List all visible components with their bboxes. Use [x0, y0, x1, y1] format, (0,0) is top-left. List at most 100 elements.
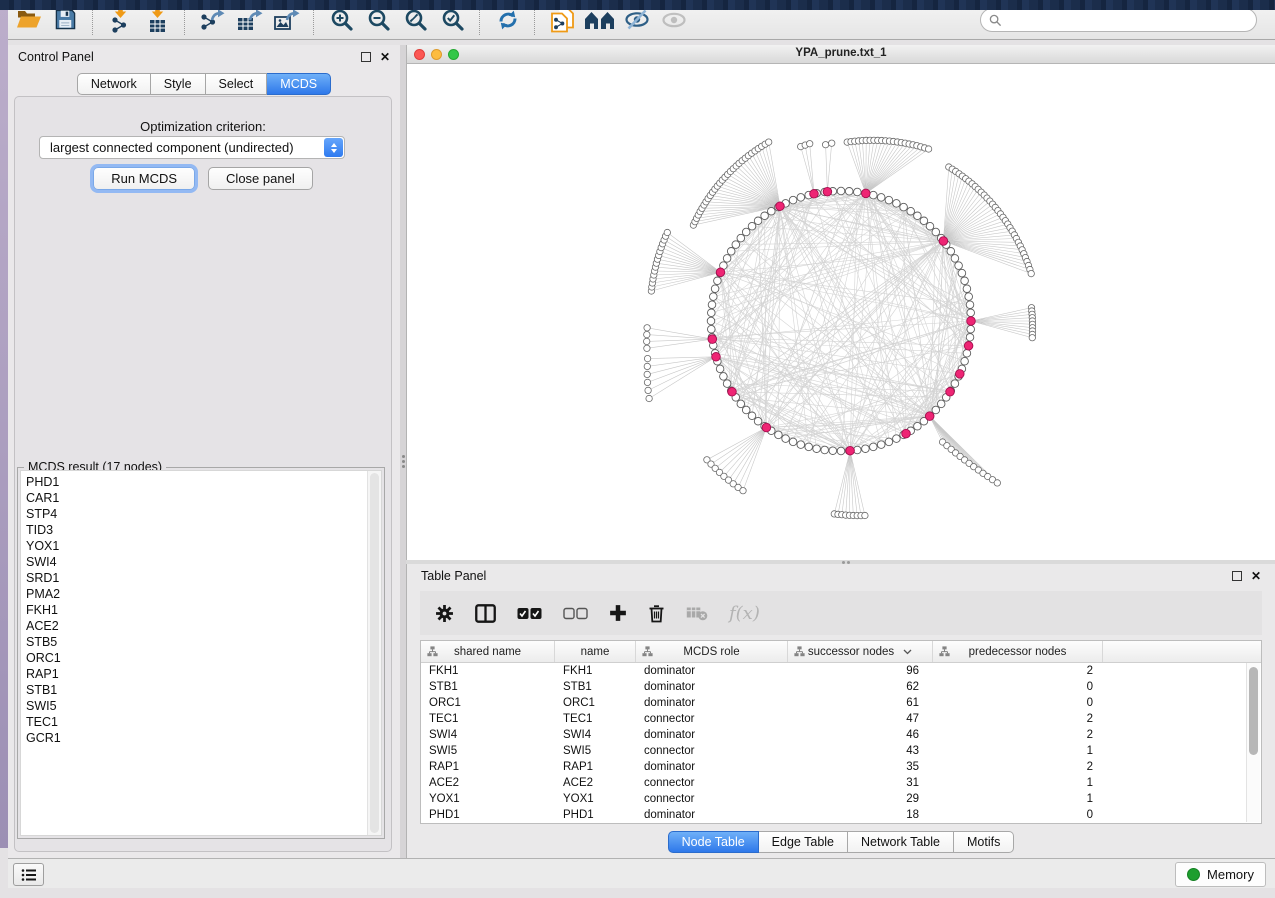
search-input[interactable]: [1007, 12, 1256, 28]
table-cell: SWI4: [421, 729, 555, 741]
table-cell: ACE2: [555, 777, 636, 789]
tab-select[interactable]: Select: [206, 73, 268, 95]
tab-style[interactable]: Style: [151, 73, 206, 95]
table-cell: dominator: [636, 809, 788, 821]
plus-icon: [609, 604, 627, 622]
tab-network-table[interactable]: Network Table: [848, 831, 954, 853]
column-header-predecessor-nodes[interactable]: predecessor nodes: [933, 641, 1103, 662]
split-panel-icon: [475, 604, 496, 623]
network-canvas[interactable]: [407, 63, 1275, 559]
mcds-result-item[interactable]: FKH1: [21, 602, 381, 618]
close-panel-button[interactable]: Close panel: [208, 167, 313, 190]
select-all-button[interactable]: [517, 607, 542, 620]
close-panel-icon[interactable]: ✕: [380, 51, 390, 63]
status-bar: Memory: [8, 858, 1275, 888]
run-mcds-button[interactable]: Run MCDS: [93, 167, 195, 190]
checked-boxes-icon: [517, 607, 542, 620]
table-toolbar: f(x): [420, 591, 1262, 635]
hide-selected-icon: [624, 9, 650, 30]
table-cell: 46: [788, 729, 933, 741]
table-cell: SWI5: [421, 745, 555, 757]
clone-network-icon: [550, 7, 575, 33]
table-cell: YOX1: [421, 793, 555, 805]
column-header-filler: [1103, 641, 1261, 662]
mcds-result-item[interactable]: YOX1: [21, 538, 381, 554]
table-settings-button[interactable]: [435, 604, 454, 623]
desktop-wallpaper-bottom: [0, 0, 1275, 10]
mcds-result-item[interactable]: GCR1: [21, 730, 381, 746]
table-cell: 2: [933, 729, 1103, 741]
table-row[interactable]: SWI5SWI5connector431: [421, 743, 1261, 759]
tab-node-table[interactable]: Node Table: [668, 831, 759, 853]
export-image-icon: [273, 7, 301, 32]
column-type-icon: [939, 646, 950, 660]
refresh-view-icon: [496, 8, 520, 32]
table-cell: connector: [636, 713, 788, 725]
tab-mcds[interactable]: MCDS: [267, 73, 331, 95]
table-row[interactable]: RAP1RAP1dominator352: [421, 759, 1261, 775]
mcds-result-item[interactable]: PMA2: [21, 586, 381, 602]
table-cell: 43: [788, 745, 933, 757]
mcds-result-item[interactable]: ORC1: [21, 650, 381, 666]
delete-table-icon: [686, 606, 708, 621]
search-box[interactable]: [980, 8, 1257, 32]
task-history-button[interactable]: [13, 863, 44, 886]
mcds-result-item[interactable]: STP4: [21, 506, 381, 522]
table-row[interactable]: ORC1ORC1dominator610: [421, 695, 1261, 711]
table-panel-titlebar: Table Panel ✕: [407, 564, 1275, 588]
table-cell: 62: [788, 681, 933, 693]
table-scrollbar[interactable]: [1246, 663, 1260, 822]
column-header-successor-nodes[interactable]: successor nodes: [788, 641, 933, 662]
search-icon: [989, 14, 1002, 27]
desktop-wallpaper-left: [0, 0, 8, 848]
function-builder-button: f(x): [729, 603, 760, 624]
table-cell: RAP1: [555, 761, 636, 773]
tab-network[interactable]: Network: [77, 73, 151, 95]
mcds-result-item[interactable]: CAR1: [21, 490, 381, 506]
mcds-result-item[interactable]: TEC1: [21, 714, 381, 730]
close-panel-icon[interactable]: ✕: [1251, 570, 1261, 582]
table-row[interactable]: STB1STB1dominator620: [421, 679, 1261, 695]
table-cell: ORC1: [555, 697, 636, 709]
table-cell: SWI4: [555, 729, 636, 741]
tab-edge-table[interactable]: Edge Table: [759, 831, 848, 853]
mcds-result-item[interactable]: PHD1: [21, 474, 381, 490]
tab-motifs[interactable]: Motifs: [954, 831, 1014, 853]
mcds-result-item[interactable]: TID3: [21, 522, 381, 538]
memory-button[interactable]: Memory: [1175, 862, 1266, 887]
mcds-result-item[interactable]: RAP1: [21, 666, 381, 682]
table-cell: FKH1: [555, 665, 636, 677]
table-row[interactable]: ACE2ACE2connector311: [421, 775, 1261, 791]
table-row[interactable]: FKH1FKH1dominator962: [421, 663, 1261, 679]
table-cell: 2: [933, 713, 1103, 725]
column-header-name[interactable]: name: [555, 641, 636, 662]
table-cell: 0: [933, 809, 1103, 821]
splitter-grip-icon: [401, 453, 405, 469]
table-cell: FKH1: [421, 665, 555, 677]
table-row[interactable]: SWI4SWI4dominator462: [421, 727, 1261, 743]
optimization-criterion-select[interactable]: largest connected component (undirected): [39, 136, 345, 159]
deselect-all-button[interactable]: [563, 607, 588, 620]
delete-columns-button[interactable]: [648, 604, 665, 623]
split-panel-button[interactable]: [475, 604, 496, 623]
table-row[interactable]: YOX1YOX1connector291: [421, 791, 1261, 807]
mcds-result-item[interactable]: STB5: [21, 634, 381, 650]
float-panel-icon[interactable]: [361, 52, 371, 62]
mcds-result-scrollbar[interactable]: [367, 471, 381, 835]
table-cell: RAP1: [421, 761, 555, 773]
column-header-MCDS-role[interactable]: MCDS role: [636, 641, 788, 662]
column-header-shared-name[interactable]: shared name: [421, 641, 555, 662]
mcds-result-item[interactable]: SRD1: [21, 570, 381, 586]
table-row[interactable]: TEC1TEC1connector472: [421, 711, 1261, 727]
zoom-in-icon: [330, 8, 354, 32]
table-cell: SWI5: [555, 745, 636, 757]
table-row[interactable]: PHD1PHD1dominator180: [421, 807, 1261, 823]
float-panel-icon[interactable]: [1232, 571, 1242, 581]
mcds-result-item[interactable]: STB1: [21, 682, 381, 698]
import-network-icon: [109, 6, 133, 33]
table-cell: 47: [788, 713, 933, 725]
mcds-result-item[interactable]: SWI5: [21, 698, 381, 714]
mcds-result-item[interactable]: ACE2: [21, 618, 381, 634]
mcds-result-item[interactable]: SWI4: [21, 554, 381, 570]
create-column-button[interactable]: [609, 604, 627, 622]
